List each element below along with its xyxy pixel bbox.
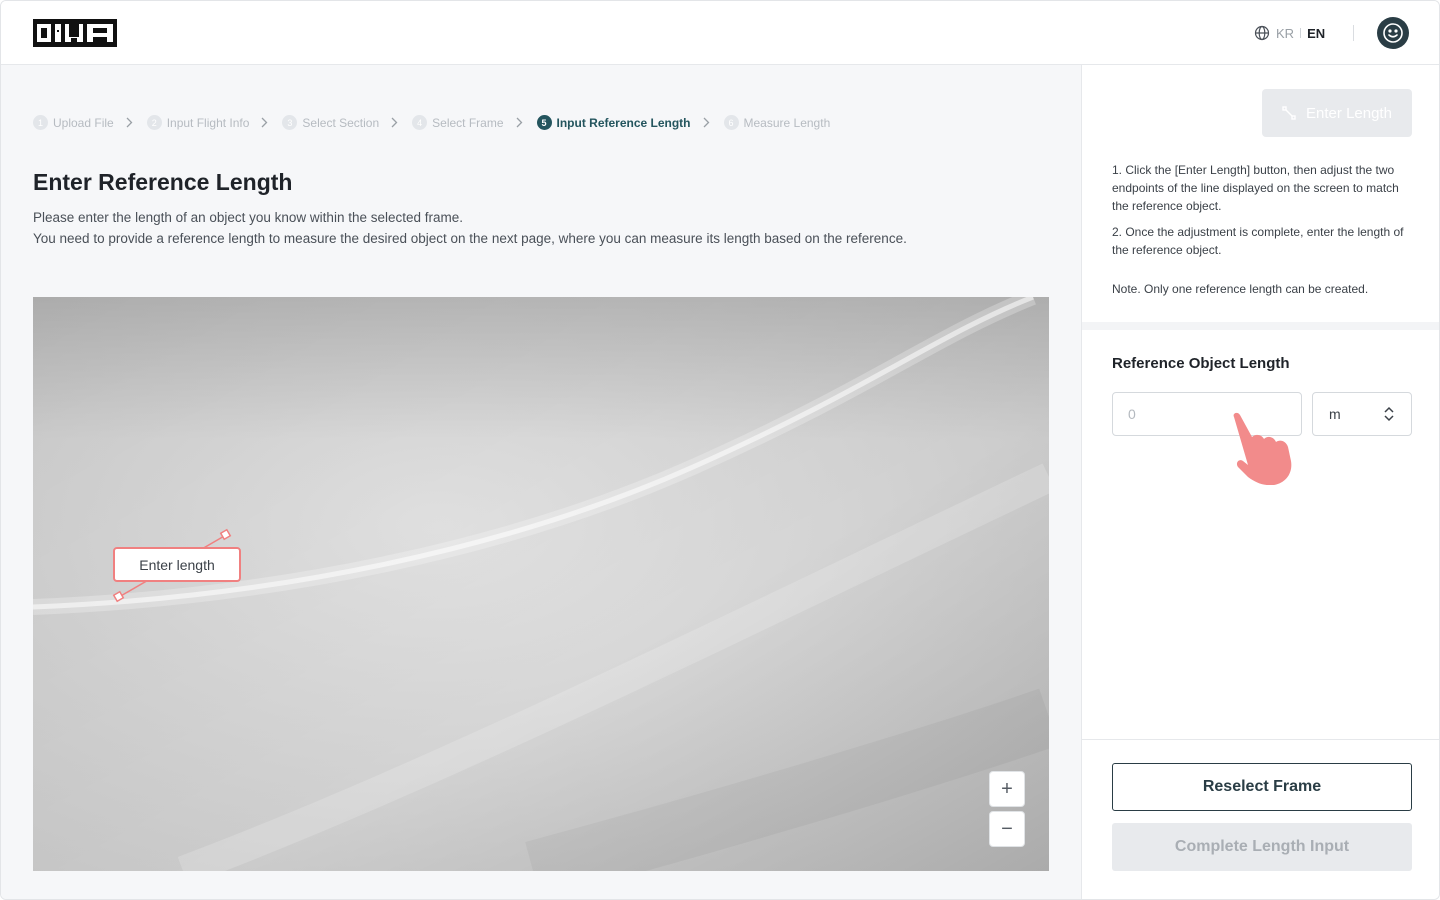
step-input-reference-length: 5 Input Reference Length (536, 115, 691, 130)
chevron-right-icon (516, 115, 524, 130)
page-description: Please enter the length of an object you… (33, 207, 907, 249)
chevron-right-icon (391, 115, 399, 130)
enter-length-label[interactable]: Enter length (113, 547, 241, 582)
reference-length-title: Reference Object Length (1112, 355, 1290, 372)
zoom-out-button[interactable]: − (989, 811, 1025, 847)
instruction-1: 1. Click the [Enter Length] button, then… (1112, 163, 1399, 213)
section-divider (1082, 322, 1439, 330)
top-header: KR EN (1, 1, 1439, 65)
step-upload-file: 1 Upload File (33, 115, 114, 130)
frame-canvas[interactable]: Enter length + − (33, 297, 1049, 871)
step-select-frame: 4 Select Frame (412, 115, 504, 130)
header-divider (1353, 25, 1354, 41)
globe-icon (1254, 25, 1270, 41)
complete-length-input-button[interactable]: Complete Length Input (1112, 823, 1412, 871)
smile-icon (1383, 23, 1403, 43)
lang-en[interactable]: EN (1307, 26, 1325, 41)
pointing-hand-icon (1233, 412, 1292, 485)
ruler-line-icon (1282, 106, 1296, 120)
step-measure-length: 6 Measure Length (723, 115, 830, 130)
diva-logo[interactable] (33, 19, 117, 47)
step-input-flight-info: 2 Input Flight Info (146, 115, 249, 130)
unit-select[interactable]: m (1312, 392, 1412, 436)
lang-divider (1300, 28, 1302, 38)
main-content: 1 Upload File 2 Input Flight Info 3 Sele… (1, 65, 1081, 899)
lang-kr[interactable]: KR (1276, 26, 1294, 41)
instruction-2: 2. Once the adjustment is complete, ente… (1112, 225, 1404, 257)
unit-value: m (1329, 406, 1341, 422)
app-window: KR EN 1 Upload File 2 Input Flight Info … (0, 0, 1440, 900)
frame-image (33, 297, 1049, 871)
instructions: 1. Click the [Enter Length] button, then… (1112, 161, 1414, 306)
description-line-2: You need to provide a reference length t… (33, 231, 907, 246)
bottom-divider (1082, 739, 1439, 740)
enter-length-button-label: Enter Length (1306, 104, 1392, 122)
description-line-1: Please enter the length of an object you… (33, 210, 464, 225)
step-select-section: 3 Select Section (282, 115, 379, 130)
chevron-right-icon (126, 115, 134, 130)
chevron-updown-icon (1384, 406, 1394, 422)
page-title: Enter Reference Length (33, 169, 293, 195)
right-sidebar: Enter Length 1. Click the [Enter Length]… (1081, 65, 1439, 899)
user-avatar[interactable] (1377, 17, 1409, 49)
chevron-right-icon (703, 115, 711, 130)
instruction-note: Note. Only one reference length can be c… (1112, 282, 1369, 296)
reselect-frame-button[interactable]: Reselect Frame (1112, 763, 1412, 811)
progress-steps: 1 Upload File 2 Input Flight Info 3 Sele… (33, 115, 830, 130)
enter-length-button[interactable]: Enter Length (1262, 89, 1412, 137)
chevron-right-icon (261, 115, 269, 130)
zoom-in-button[interactable]: + (989, 771, 1025, 807)
language-switcher: KR EN (1254, 24, 1325, 42)
